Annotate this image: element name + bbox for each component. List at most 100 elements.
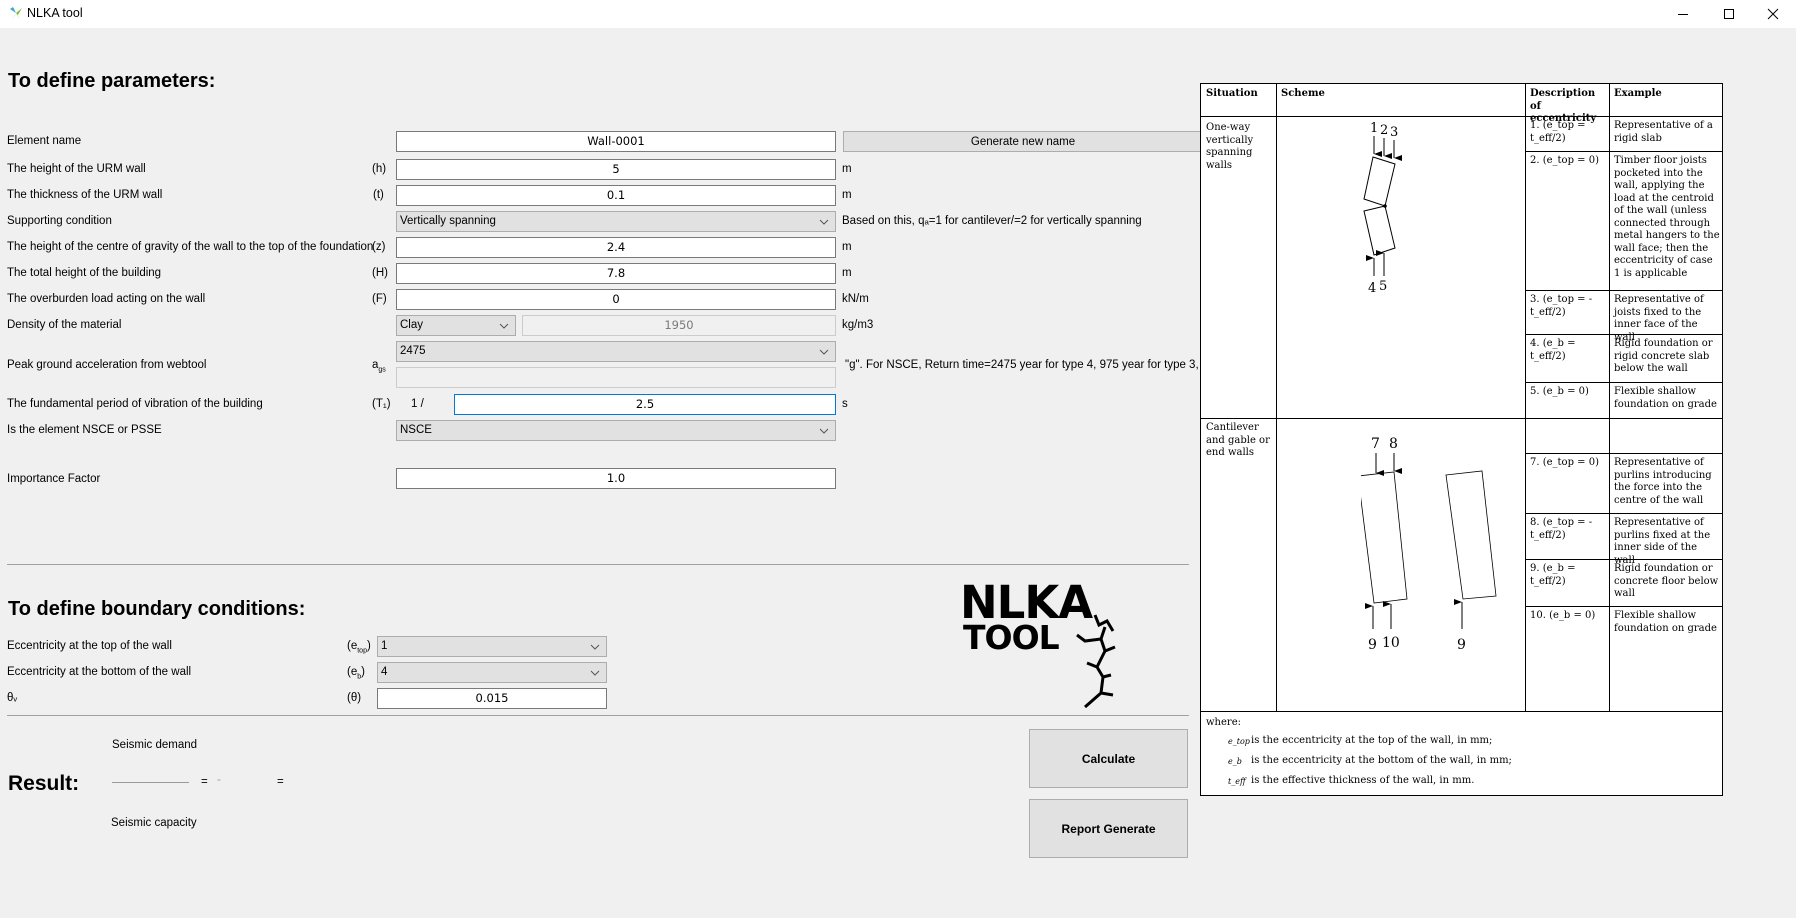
pga-input bbox=[396, 367, 836, 388]
example-row-8: Representative of purlins fixed at the i… bbox=[1614, 517, 1711, 566]
density-input: 1950 bbox=[522, 315, 836, 336]
e-top-symbol: (etop) bbox=[347, 640, 371, 655]
overburden-input[interactable]: 0 bbox=[396, 289, 836, 310]
period-prefix: 1 / bbox=[411, 398, 424, 410]
table-divider bbox=[1609, 84, 1610, 711]
situation-cantilever: Cantilever and gable or end walls bbox=[1206, 422, 1270, 458]
period-label: The fundamental period of vibration of t… bbox=[7, 398, 263, 410]
calculate-button[interactable]: Calculate bbox=[1029, 729, 1188, 788]
wall-height-symbol: (h) bbox=[372, 163, 387, 175]
building-height-input[interactable]: 7.8 bbox=[396, 263, 836, 284]
maximize-icon bbox=[1724, 9, 1734, 19]
generate-name-button[interactable]: Generate new name bbox=[843, 131, 1203, 152]
report-generate-button[interactable]: Report Generate bbox=[1029, 799, 1188, 858]
building-height-unit: m bbox=[842, 267, 852, 279]
element-type-label: Is the element NSCE or PSSE bbox=[7, 424, 162, 436]
scheme-label-8: 8 bbox=[1389, 436, 1398, 452]
period-symbol: (T₁) bbox=[372, 398, 391, 410]
where-symbol-teff: t_eff bbox=[1228, 777, 1246, 786]
where-title: where: bbox=[1206, 717, 1241, 728]
wall-thickness-symbol: (t) bbox=[373, 189, 384, 201]
table-divider bbox=[1201, 116, 1722, 117]
scheme-label-7: 7 bbox=[1371, 436, 1380, 452]
chevron-down-icon bbox=[819, 212, 829, 238]
theta-label: θᵥ bbox=[7, 692, 18, 704]
table-divider bbox=[1525, 513, 1722, 514]
e-b-value: 4 bbox=[381, 666, 388, 678]
example-row-1: Representative of a rigid slab bbox=[1614, 120, 1713, 144]
overburden-symbol: (F) bbox=[372, 293, 387, 305]
cantilever-wall-scheme: 7 8 9 10 9 bbox=[1361, 436, 1497, 653]
element-name-input[interactable]: Wall-0001 bbox=[396, 131, 836, 152]
table-divider bbox=[1276, 84, 1277, 711]
chevron-down-icon bbox=[819, 342, 829, 368]
logo-line-2: TOOL bbox=[963, 618, 1060, 657]
close-button[interactable] bbox=[1750, 0, 1796, 28]
crack-icon bbox=[1076, 614, 1116, 709]
importance-input[interactable]: 1.0 bbox=[396, 468, 836, 489]
cog-height-label: The height of the centre of gravity of t… bbox=[7, 241, 374, 253]
scheme-label-10: 10 bbox=[1382, 635, 1400, 651]
example-row-5: Flexible shallow foundation on grade bbox=[1614, 386, 1717, 410]
desc-row-2: 2. (e_top = 0) bbox=[1530, 155, 1599, 166]
where-text-etop: is the eccentricity at the top of the wa… bbox=[1251, 735, 1493, 746]
where-text-eb: is the eccentricity at the bottom of the… bbox=[1251, 755, 1512, 766]
element-type-value: NSCE bbox=[400, 424, 432, 436]
theta-input[interactable]: 0.015 bbox=[377, 688, 607, 709]
maximize-button[interactable] bbox=[1706, 0, 1752, 28]
e-b-select[interactable]: 4 bbox=[377, 662, 607, 683]
table-divider bbox=[1201, 418, 1722, 419]
table-divider bbox=[1525, 453, 1722, 454]
table-divider bbox=[1525, 606, 1722, 607]
scheme-label-3: 3 bbox=[1390, 125, 1398, 140]
boundary-heading: To define boundary conditions: bbox=[8, 598, 306, 620]
period-input[interactable]: 2.5 bbox=[454, 394, 836, 415]
nlka-logo: NLKA TOOL bbox=[960, 580, 1120, 711]
example-row-9: Rigid foundation or concrete floor below… bbox=[1614, 563, 1719, 599]
example-row-4: Rigid foundation or rigid concrete slab … bbox=[1614, 338, 1713, 374]
e-top-select[interactable]: 1 bbox=[377, 636, 607, 657]
building-height-label: The total height of the building bbox=[7, 267, 162, 279]
section-divider bbox=[7, 715, 1189, 716]
scheme-label-9: 9 bbox=[1368, 637, 1377, 653]
wall-height-input[interactable]: 5 bbox=[396, 159, 836, 180]
density-unit: kg/m3 bbox=[842, 319, 874, 331]
chevron-down-icon bbox=[590, 637, 600, 663]
desc-row-4: 4. (e_b = t_eff/2) bbox=[1530, 338, 1576, 362]
close-icon bbox=[1767, 8, 1779, 20]
equals-sign-2: = bbox=[277, 776, 284, 788]
wall-height-label: The height of the URM wall bbox=[7, 163, 146, 175]
supporting-condition-select[interactable]: Vertically spanning bbox=[396, 211, 836, 232]
desc-row-3: 3. (e_top = -t_eff/2) bbox=[1530, 294, 1593, 318]
building-height-symbol: (H) bbox=[372, 267, 388, 279]
pga-note: "g". For NSCE, Return time=2475 year for… bbox=[845, 359, 1200, 371]
example-row-7: Representative of purlins introducing th… bbox=[1614, 457, 1712, 506]
element-name-label: Element name bbox=[7, 135, 82, 147]
where-symbol-eb: e_b bbox=[1228, 757, 1242, 766]
example-row-10: Flexible shallow foundation on grade bbox=[1614, 610, 1717, 634]
table-divider bbox=[1201, 711, 1722, 712]
eccentricity-reference-table: Situation Scheme Description of eccentri… bbox=[1200, 83, 1723, 796]
e-top-value: 1 bbox=[381, 640, 388, 652]
material-value: Clay bbox=[400, 319, 424, 331]
chevron-down-icon bbox=[590, 663, 600, 689]
scheme-label-5: 5 bbox=[1379, 279, 1387, 294]
desc-row-10: 10. (e_b = 0) bbox=[1530, 610, 1596, 621]
wall-height-unit: m bbox=[842, 163, 852, 175]
minimize-button[interactable] bbox=[1660, 0, 1706, 28]
scheme-label-2: 2 bbox=[1380, 123, 1388, 138]
importance-label: Importance Factor bbox=[7, 473, 101, 485]
cog-height-input[interactable]: 2.4 bbox=[396, 237, 836, 258]
material-select[interactable]: Clay bbox=[396, 315, 516, 336]
overburden-label: The overburden load acting on the wall bbox=[7, 293, 206, 305]
element-type-select[interactable]: NSCE bbox=[396, 420, 836, 441]
example-row-3: Representative of joists fixed to the in… bbox=[1614, 294, 1704, 343]
scheme-label-9b: 9 bbox=[1457, 637, 1466, 653]
return-period-select[interactable]: 2475 bbox=[396, 341, 836, 362]
supporting-condition-label: Supporting condition bbox=[7, 215, 112, 227]
supporting-condition-value: Vertically spanning bbox=[400, 215, 496, 227]
wall-thickness-input[interactable]: 0.1 bbox=[396, 185, 836, 206]
where-symbol-etop: e_top bbox=[1228, 737, 1250, 746]
table-divider bbox=[1525, 151, 1722, 152]
period-unit: s bbox=[842, 398, 848, 410]
